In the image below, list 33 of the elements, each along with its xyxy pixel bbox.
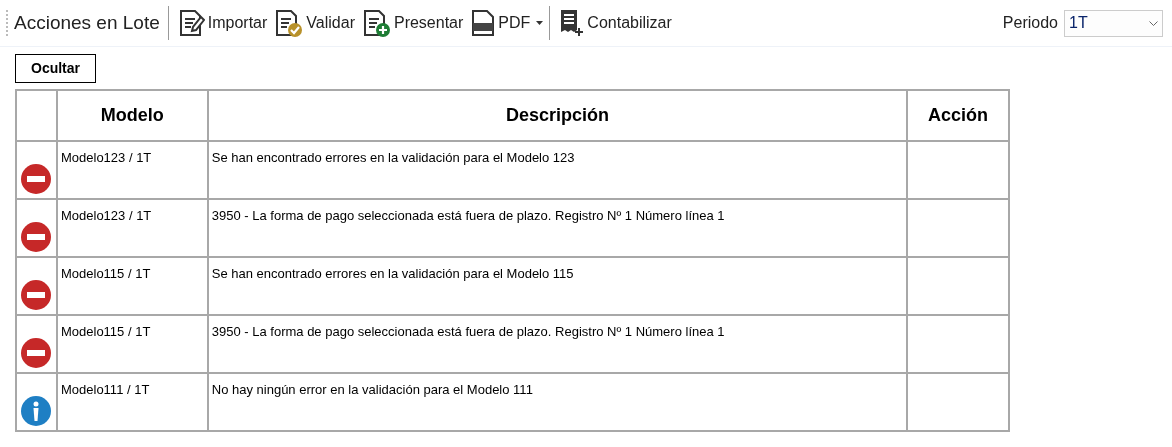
period-label: Periodo [1002,13,1058,33]
column-header: Descripción [207,90,908,141]
toolbar-title: Acciones en Lote [14,10,161,35]
hide-button[interactable]: Ocultar [15,54,96,83]
document-check-icon [275,9,304,37]
no-entry-icon [21,164,52,194]
no-entry-icon [21,280,52,310]
toolbar-button[interactable]: Importar [174,4,272,42]
table-cell: Modelo115 / 1T [56,257,208,315]
info-icon [21,396,52,426]
table-cell: No hay ningún error en la validación para el Modelo 111 [207,373,908,431]
toolbar-button[interactable]: Presentar [358,4,468,42]
table-cell: 3950 - La forma de pago seleccionada está fuera de plazo. Registro Nº 1 Número línea 1 [207,199,908,257]
column-header: Modelo [56,90,208,141]
caret-icon [536,21,544,25]
table-cell: Modelo115 / 1T [56,315,208,373]
toolbar-button[interactable]: Contabilizar [552,4,676,42]
table-cell: Se han encontrado errores en la validación para el Modelo 115 [207,257,908,315]
table-cell: Modelo123 / 1T [56,141,208,199]
chevron-down-icon [1149,20,1158,26]
period-select[interactable]: 1T [1064,9,1163,37]
toolbar-button[interactable]: PDF [467,4,548,42]
no-entry-icon [21,338,52,368]
pdf-file-icon [471,9,496,37]
column-header: Acción [907,90,1009,141]
table-cell: Modelo111 / 1T [56,373,208,431]
table-cell: Modelo123 / 1T [56,199,208,257]
toolbar-button[interactable]: Validar [271,4,359,42]
no-entry-icon [21,222,52,252]
table-cell: Se han encontrado errores en la validación para el Modelo 123 [207,141,908,199]
document-plus-icon [362,9,391,37]
table-cell: 3950 - La forma de pago seleccionada está fuera de plazo. Registro Nº 1 Número línea 1 [207,315,908,373]
document-pen-icon [178,9,205,37]
